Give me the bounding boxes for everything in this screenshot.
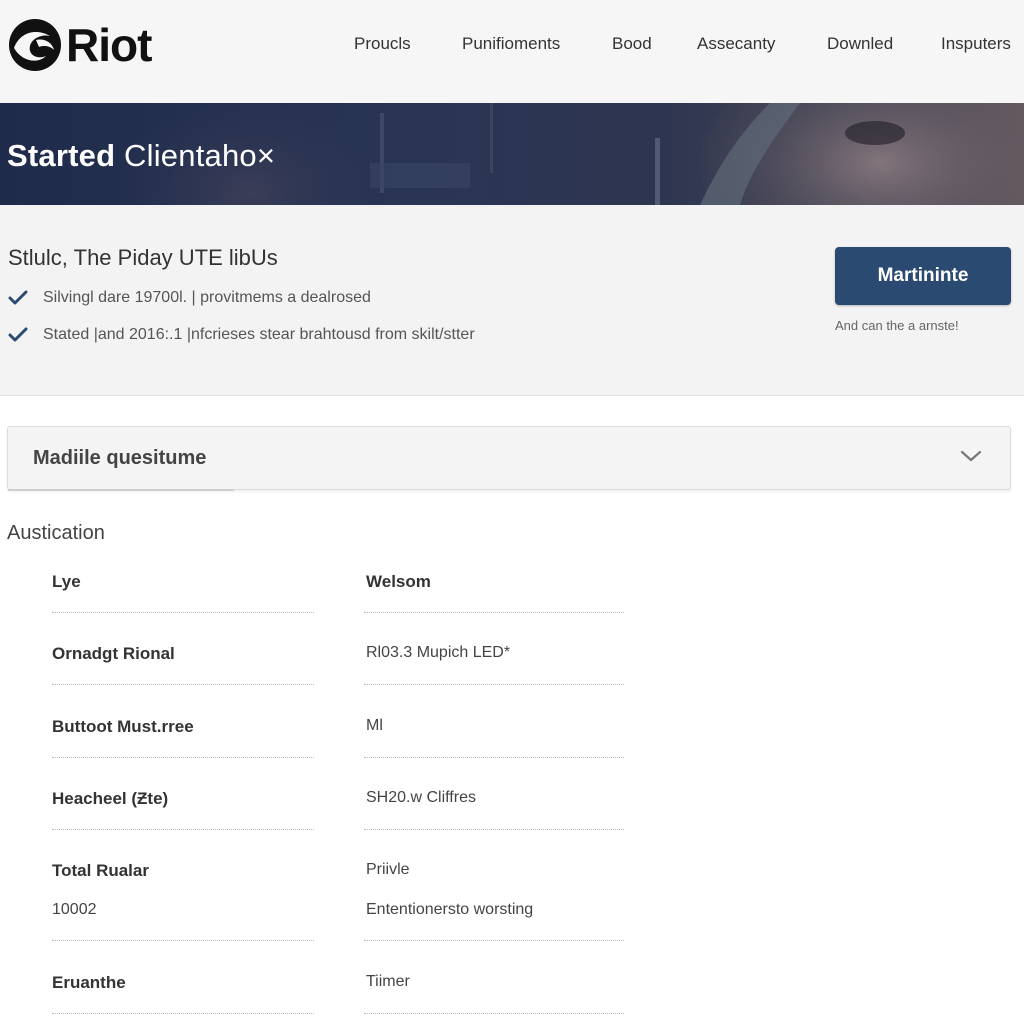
nav-item-products[interactable]: Proucls (354, 34, 411, 54)
info-section: Stlulc, The Piday UTE libUs Silvingl dar… (0, 205, 1024, 396)
divider (52, 829, 314, 830)
accordion-header[interactable]: Madiile quesitume (7, 426, 1011, 491)
spec-value: Tiimer (366, 973, 410, 990)
divider (364, 829, 624, 830)
cta-note: And can the a arnste! (835, 318, 959, 333)
spec-value: Welsom (366, 572, 431, 591)
spec-value: Rl03.3 Mupich LED* (366, 644, 511, 661)
spec-label: Buttoot Must.rree (52, 717, 194, 736)
hero-title: Started Clientaho× (7, 138, 275, 174)
divider (52, 940, 314, 941)
feature-bullet: Stated |and 2016:.1 |nfcrieses stear bra… (8, 324, 475, 346)
divider (52, 684, 314, 685)
divider (52, 757, 314, 758)
spec-label: Heacheel (Ƶte) (52, 789, 169, 808)
divider (364, 757, 624, 758)
divider (364, 940, 624, 941)
spec-value-secondary: Ententionersto worsting (366, 901, 534, 918)
accordion-title: Madiile quesitume (33, 447, 207, 469)
cta-button[interactable]: Martininte (835, 247, 1011, 305)
divider (364, 612, 624, 613)
nav-item-insputers[interactable]: Insputers (941, 34, 1011, 54)
feature-bullet-text: Silvingl dare 19700l. | provitmems a dea… (43, 289, 371, 306)
nav-item-punifioments[interactable]: Punifioments (462, 34, 560, 54)
spec-label: Ornadgt Rional (52, 644, 175, 663)
hero-title-light: Clientaho× (124, 138, 276, 173)
feature-bullet: Silvingl dare 19700l. | provitmems a dea… (8, 287, 371, 309)
page: Riot Proucls Punifioments Bood Assecanty… (0, 0, 1024, 1024)
hero-banner: Started Clientaho× (0, 103, 1024, 205)
spec-label: Total Rualar (52, 861, 149, 880)
specs-title: Austication (7, 522, 105, 544)
spec-value: Priivle (366, 861, 410, 878)
nav-item-downled[interactable]: Downled (827, 34, 893, 54)
feature-bullet-text: Stated |and 2016:.1 |nfcrieses stear bra… (43, 326, 475, 343)
spec-label: Eruanthe (52, 973, 126, 992)
nav-item-bood[interactable]: Bood (612, 34, 652, 54)
main-nav: Proucls Punifioments Bood Assecanty Down… (0, 34, 1024, 58)
check-icon (8, 327, 28, 342)
top-navigation-bar: Riot Proucls Punifioments Bood Assecanty… (0, 0, 1024, 103)
spec-subvalue: 10002 (52, 901, 97, 918)
spec-value: SH20.w Cliffres (366, 789, 476, 806)
check-icon (8, 290, 28, 305)
info-heading: Stlulc, The Piday UTE libUs (8, 245, 278, 270)
spec-label: Lye (52, 572, 81, 591)
divider (364, 684, 624, 685)
accordion-active-indicator (8, 489, 234, 491)
hero-title-bold: Started (7, 138, 116, 173)
divider (52, 612, 314, 613)
divider (52, 1013, 314, 1014)
divider (364, 1013, 624, 1014)
chevron-down-icon[interactable] (960, 449, 982, 463)
spec-value: Ml (366, 717, 383, 734)
nav-item-assecanty[interactable]: Assecanty (697, 34, 775, 54)
